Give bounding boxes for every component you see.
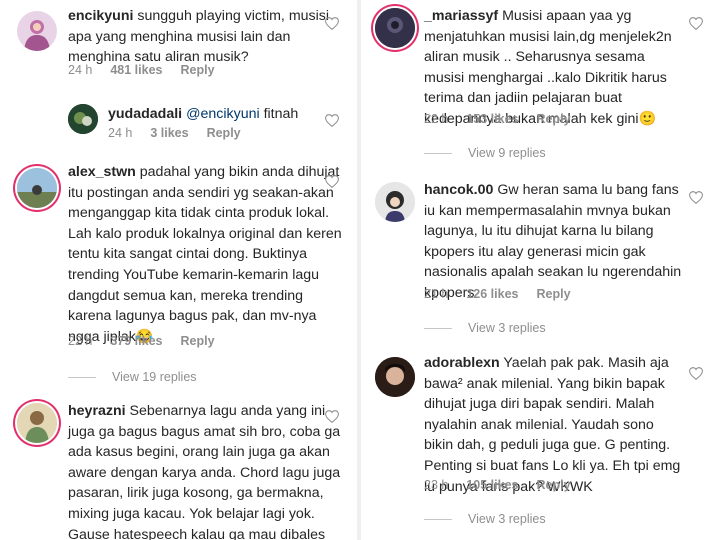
comment-time[interactable]: 24 h [68, 63, 92, 77]
comment-time[interactable]: 22 h [68, 334, 92, 348]
avatar[interactable] [17, 11, 57, 51]
comment-username[interactable]: hancok.00 [424, 182, 493, 198]
comment-body: Sebenarnya lagu anda yang ini juga ga ba… [68, 403, 341, 540]
comment-likes[interactable]: 153 likes [466, 112, 518, 126]
comment-text: hancok.00 Gw heran sama lu bang fans iu … [424, 180, 684, 304]
heart-icon[interactable] [689, 191, 703, 204]
heart-icon[interactable] [325, 114, 339, 127]
comment-likes[interactable]: 379 likes [110, 334, 162, 348]
comment-likes[interactable]: 3 likes [150, 126, 188, 140]
avatar[interactable] [375, 8, 415, 48]
comment-body: Musisi apaan yaa yg menjatuhkan musisi l… [424, 8, 672, 127]
heart-icon[interactable] [325, 410, 339, 423]
comment-meta: 24 h 3 likes Reply [108, 126, 241, 140]
heart-icon[interactable] [689, 367, 703, 380]
heart-icon[interactable] [689, 17, 703, 30]
comment-body: fitnah [259, 106, 299, 122]
comment-meta: 21 h 126 likes Reply [424, 287, 571, 301]
reply-button[interactable]: Reply [536, 478, 570, 492]
divider-line [424, 153, 452, 155]
avatar[interactable] [375, 357, 415, 397]
comment-text: adorablexn Yaelah pak pak. Masih aja baw… [424, 353, 686, 497]
comment-username[interactable]: yudadadali [108, 106, 182, 122]
comment-likes[interactable]: 105 likes [466, 478, 518, 492]
comment-username[interactable]: alex_stwn [68, 164, 136, 180]
comment-body: Yaelah pak pak. Masih aja bawa² anak mil… [424, 355, 681, 495]
avatar[interactable] [68, 104, 98, 134]
divider-line [424, 519, 452, 521]
view-replies-button[interactable]: View 19 replies [68, 370, 197, 384]
comment-time[interactable]: 23 h [424, 478, 448, 492]
view-replies-button[interactable]: View 9 replies [424, 146, 546, 160]
comment-body: padahal yang bikin anda dihujat itu post… [68, 164, 342, 345]
reply-button[interactable]: Reply [536, 112, 570, 126]
comment-time[interactable]: 22 h [424, 112, 448, 126]
comment-username[interactable]: encikyuni [68, 8, 133, 24]
reply-button[interactable]: Reply [180, 334, 214, 348]
comment-meta: 24 h 481 likes Reply [68, 63, 215, 77]
left-comment-column: encikyuni sungguh playing victim, musisi… [0, 0, 357, 540]
reply-button[interactable]: Reply [207, 126, 241, 140]
comment-likes[interactable]: 481 likes [110, 63, 162, 77]
view-replies-label: View 3 replies [468, 512, 546, 526]
divider-line [68, 377, 96, 379]
comment-meta: 23 h 105 likes Reply [424, 478, 571, 492]
view-replies-button[interactable]: View 3 replies [424, 321, 546, 335]
comment-meta: 22 h 153 likes Reply [424, 112, 571, 126]
comment-username[interactable]: heyrazni [68, 403, 126, 419]
reply-button[interactable]: Reply [536, 287, 570, 301]
comment-username[interactable]: adorablexn [424, 355, 500, 371]
avatar[interactable] [375, 182, 415, 222]
comment-username[interactable]: _mariassyf [424, 8, 498, 24]
comment-likes[interactable]: 126 likes [466, 287, 518, 301]
comment-text: heyrazni Sebenarnya lagu anda yang ini j… [68, 401, 350, 540]
divider-line [424, 328, 452, 330]
comment-meta: 22 h 379 likes Reply [68, 334, 215, 348]
reply-button[interactable]: Reply [180, 63, 214, 77]
mention-link[interactable]: @encikyuni [186, 106, 260, 122]
view-replies-label: View 3 replies [468, 321, 546, 335]
avatar[interactable] [17, 403, 57, 443]
right-comment-column: _mariassyf Musisi apaan yaa yg menjatuhk… [361, 0, 720, 540]
view-replies-button[interactable]: View 3 replies [424, 512, 546, 526]
comment-time[interactable]: 21 h [424, 287, 448, 301]
avatar[interactable] [17, 168, 57, 208]
comment-text: encikyuni sungguh playing victim, musisi… [68, 6, 348, 68]
comment-text: yudadadali @encikyuni fitnah [108, 104, 328, 125]
comment-text: alex_stwn padahal yang bikin anda dihuja… [68, 162, 350, 347]
comment-body: Gw heran sama lu bang fans iu kan memper… [424, 182, 682, 301]
view-replies-label: View 9 replies [468, 146, 546, 160]
comment-time[interactable]: 24 h [108, 126, 132, 140]
heart-icon[interactable] [325, 17, 339, 30]
heart-icon[interactable] [325, 175, 339, 188]
view-replies-label: View 19 replies [112, 370, 197, 384]
